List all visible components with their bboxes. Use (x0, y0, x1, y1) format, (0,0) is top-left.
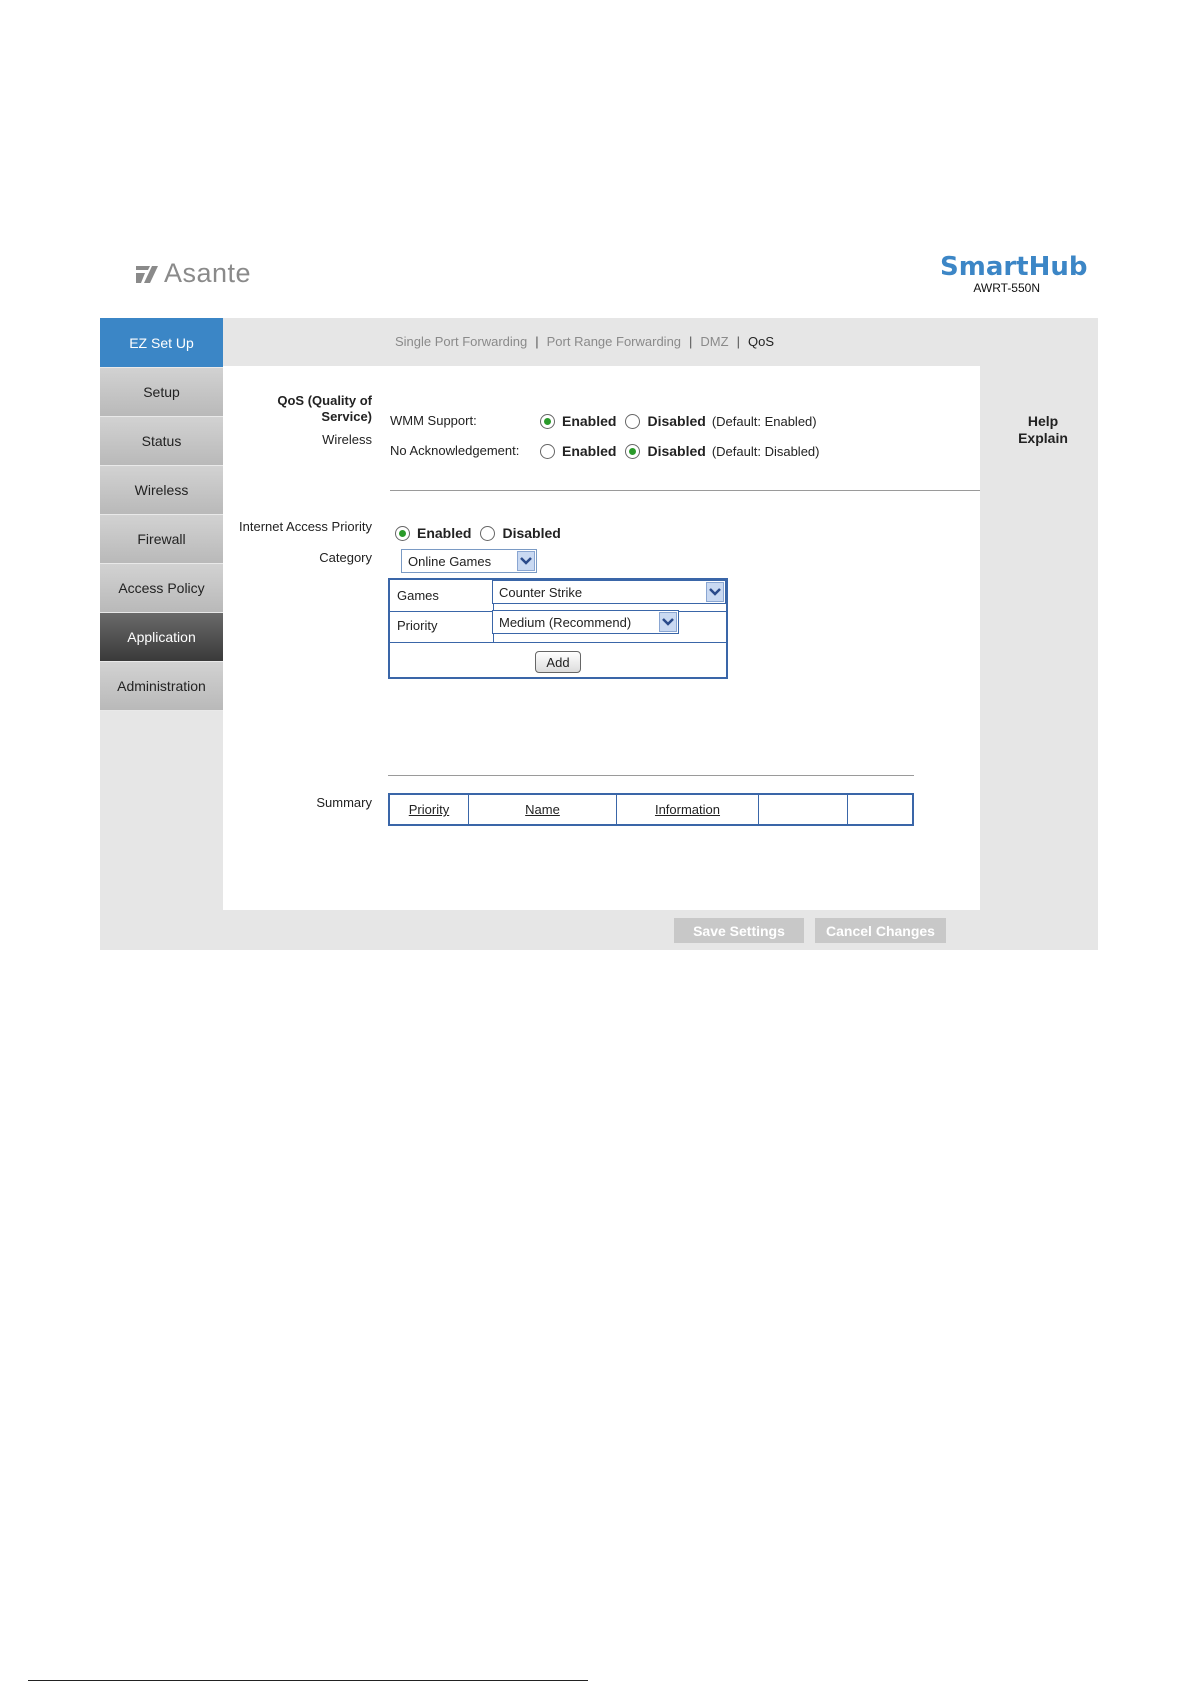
wmm-support-label: WMM Support: (390, 413, 477, 428)
sidebar-nav: EZ Set Up Setup Status Wireless Firewall… (100, 318, 223, 711)
sidebar-item-setup[interactable]: Setup (100, 368, 223, 417)
section-divider (390, 490, 980, 491)
help-panel: Help Explain (1008, 413, 1078, 447)
sidebar-item-wireless[interactable]: Wireless (100, 466, 223, 515)
tab-qos[interactable]: QoS (748, 334, 774, 349)
table-divider (390, 642, 726, 643)
games-label: Games (397, 588, 439, 603)
tab-port-range-forwarding[interactable]: Port Range Forwarding (547, 334, 681, 349)
category-select[interactable]: Online Games (401, 549, 537, 573)
games-select[interactable]: Counter Strike (492, 580, 726, 604)
tab-dmz[interactable]: DMZ (700, 334, 728, 349)
brand-name: Asante (164, 258, 252, 288)
category-label: Category (319, 550, 372, 565)
cancel-changes-button[interactable]: Cancel Changes (815, 918, 946, 943)
priority-disabled-radio[interactable] (480, 525, 496, 541)
summary-col-name[interactable]: Name (469, 795, 616, 824)
tab-separator: | (535, 334, 539, 349)
sidebar-item-firewall[interactable]: Firewall (100, 515, 223, 564)
summary-col-information[interactable]: Information (617, 795, 758, 824)
no-ack-label: No Acknowledgement: (390, 443, 520, 458)
wmm-disabled-radio[interactable] (625, 413, 641, 429)
asante-logo: Asante (136, 258, 251, 289)
chevron-down-icon (517, 551, 535, 571)
sidebar-item-access-policy[interactable]: Access Policy (100, 564, 223, 613)
no-ack-radio-group: Enabled Disabled (Default: Disabled) (540, 443, 819, 459)
tab-separator: | (689, 334, 693, 349)
summary-col-extra-2 (848, 795, 912, 824)
chevron-down-icon (706, 582, 724, 602)
asante-logo-icon (136, 264, 160, 284)
summary-col-priority[interactable]: Priority (390, 795, 468, 824)
category-select-value: Online Games (408, 553, 492, 569)
priority-select-value: Medium (Recommend) (499, 614, 632, 630)
qos-section-title-line1: QoS (Quality of (277, 393, 372, 408)
product-logo: SmartHub AWRT-550N (940, 252, 1088, 295)
chevron-down-icon (659, 612, 677, 632)
internet-access-priority-label: Internet Access Priority (239, 519, 372, 534)
priority-radio-group: Enabled Disabled (395, 525, 561, 541)
no-ack-disabled-label: Disabled (647, 443, 706, 459)
save-settings-button[interactable]: Save Settings (674, 918, 804, 943)
no-ack-default-note: (Default: Disabled) (711, 443, 820, 459)
page-footer-rule (28, 1680, 588, 1681)
sidebar-item-status[interactable]: Status (100, 417, 223, 466)
priority-disabled-label: Disabled (502, 525, 561, 541)
wireless-label: Wireless (322, 432, 372, 447)
sub-tabs: Single Port Forwarding | Port Range Forwar… (395, 334, 774, 349)
sidebar-item-administration[interactable]: Administration (100, 662, 223, 711)
add-button[interactable]: Add (535, 651, 581, 673)
games-select-value: Counter Strike (499, 584, 583, 600)
no-ack-disabled-radio[interactable] (625, 443, 641, 459)
product-name: SmartHub (940, 252, 1088, 282)
wmm-enabled-label: Enabled (562, 413, 617, 429)
wmm-default-note: (Default: Enabled) (711, 413, 817, 429)
priority-enabled-label: Enabled (417, 525, 472, 541)
priority-enabled-radio[interactable] (395, 525, 410, 541)
summary-table: Priority Name Information (388, 793, 914, 826)
priority-select[interactable]: Medium (Recommend) (492, 610, 679, 634)
wmm-disabled-label: Disabled (647, 413, 706, 429)
priority-label: Priority (397, 618, 438, 633)
summary-divider (388, 775, 914, 776)
no-ack-enabled-label: Enabled (562, 443, 617, 459)
wmm-enabled-radio[interactable] (540, 413, 555, 429)
sidebar-item-ez-setup[interactable]: EZ Set Up (100, 318, 223, 368)
summary-col-extra-1 (759, 795, 847, 824)
summary-label: Summary (316, 795, 372, 810)
help-link[interactable]: Help (1008, 413, 1078, 430)
wmm-radio-group: Enabled Disabled (Default: Enabled) (540, 413, 817, 429)
sidebar-item-application[interactable]: Application (100, 613, 223, 662)
no-ack-enabled-radio[interactable] (540, 443, 555, 459)
tab-single-port-forwarding[interactable]: Single Port Forwarding (395, 334, 527, 349)
explain-link[interactable]: Explain (1008, 430, 1078, 447)
model-number: AWRT-550N (973, 281, 1040, 295)
qos-section-title-line2: Service) (321, 409, 372, 424)
tab-separator: | (736, 334, 740, 349)
